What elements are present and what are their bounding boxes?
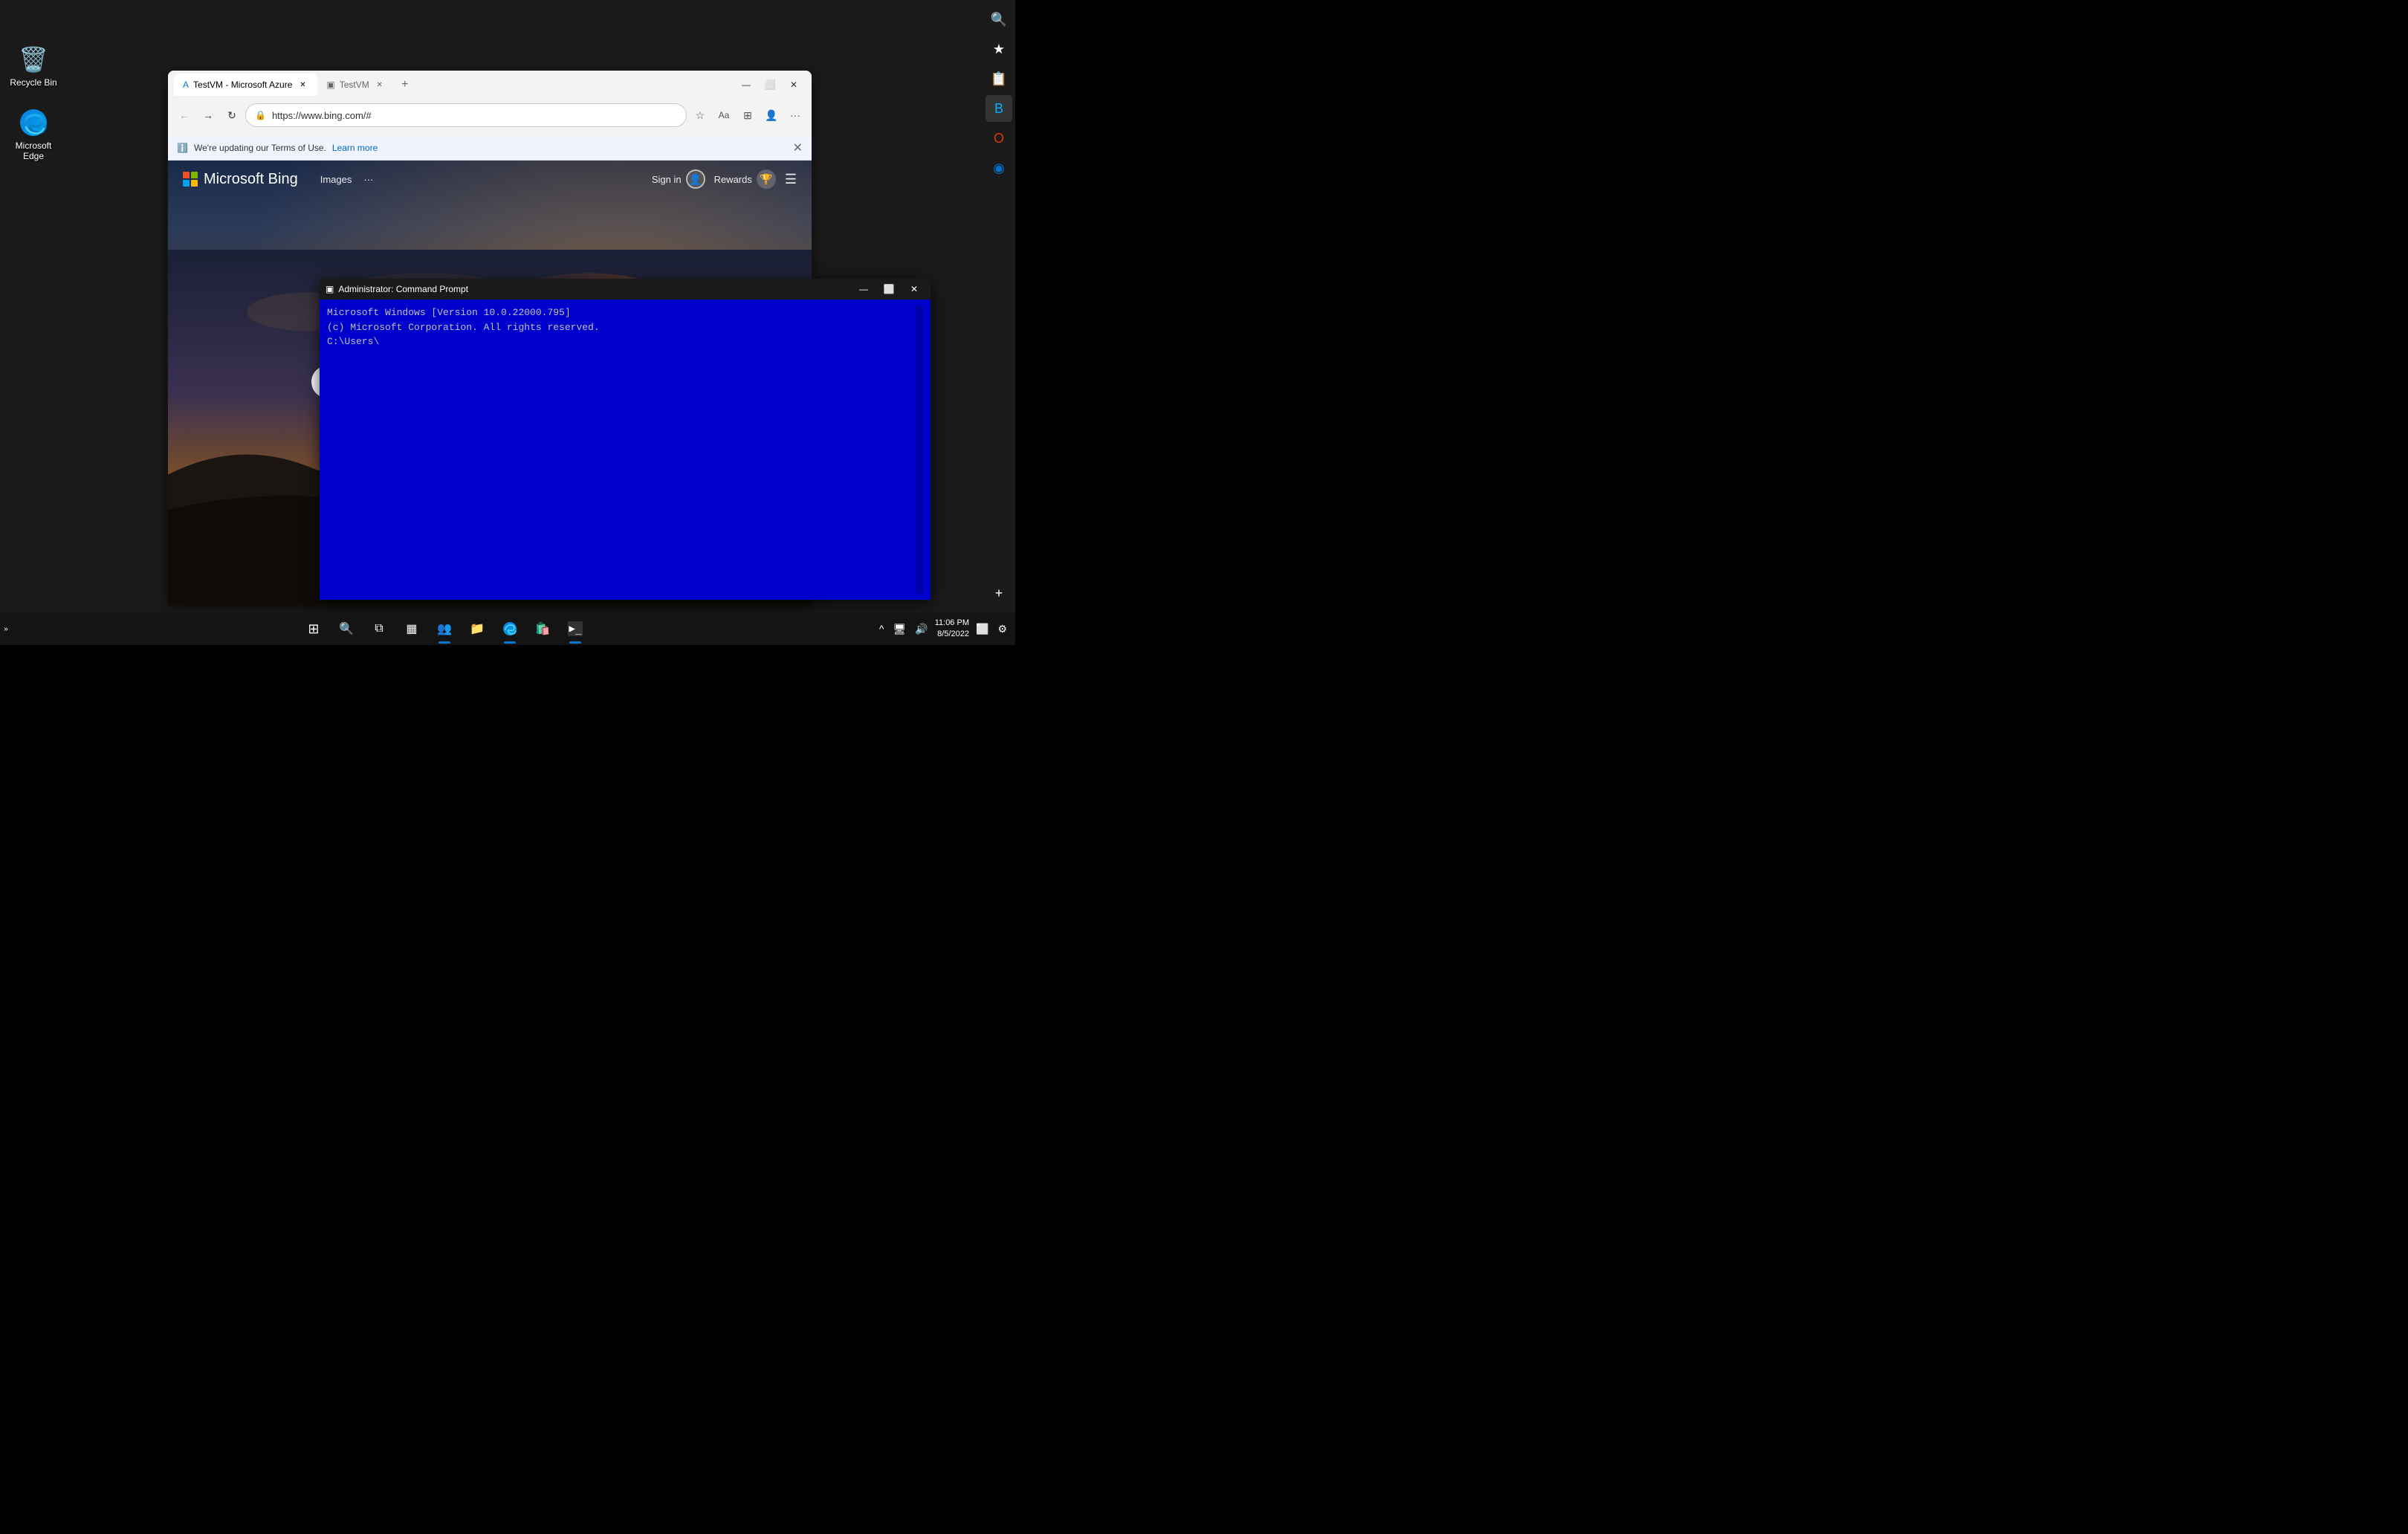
rewards-text: Rewards [714,174,752,185]
sidebar-add-btn[interactable]: + [985,580,1012,606]
new-tab-button[interactable]: + [395,74,415,95]
sidebar-search-btn[interactable]: 🔍 [985,6,1012,33]
sidebar-collections-btn[interactable]: 📋 [985,65,1012,92]
tab-testvm[interactable]: ▣ TestVM ✕ [317,74,394,96]
browser-titlebar: A TestVM - Microsoft Azure ✕ ▣ TestVM ✕ … [168,71,812,99]
favorites-icon[interactable]: ☆ [690,105,711,126]
desktop: 🗑️ Recycle Bin Micr [0,0,1015,645]
browser-win-controls: — ⬜ ✕ [734,74,806,96]
cmd-minimize[interactable]: — [853,279,874,300]
cmd-line-4: C:\Users\ [327,334,916,349]
tab-azure[interactable]: A TestVM - Microsoft Azure ✕ [174,74,317,96]
profile-icon[interactable]: 👤 [761,105,782,126]
taskbar-start[interactable]: ⊞ [299,612,328,645]
browser-close[interactable]: ✕ [782,74,806,96]
edge-sidebar: 🔍 ★ 📋 B O ◉ + [983,0,1015,612]
taskbar-tray: ^ 🖥 🔊 11:06 PM 8/5/2022 ⬜ ⚙ [877,618,1015,641]
sidebar-outlook-btn[interactable]: ◉ [985,155,1012,181]
browser-maximize[interactable]: ⬜ [758,74,782,96]
read-aloud-icon[interactable]: Aa [713,105,734,126]
bing-nav-images[interactable]: Images [320,171,352,188]
taskbar-edge[interactable] [495,612,525,645]
notification-bar: ℹ️ We're updating our Terms of Use. Lear… [168,136,812,161]
bing-header: Microsoft Bing Images ··· Sign in 👤 Rewa… [168,161,812,198]
cmd-close[interactable]: ✕ [904,279,925,300]
url-text: https://www.bing.com/# [272,110,372,121]
cmd-titlebar: ▣ Administrator: Command Prompt — ⬜ ✕ [320,279,930,300]
taskbar-explorer[interactable]: 📁 [462,612,492,645]
taskbar-widgets[interactable]: ▦ [397,612,427,645]
sq2 [191,172,198,178]
sq3 [183,180,190,187]
browser-minimize[interactable]: — [734,74,758,96]
sidebar-bing-btn[interactable]: B [985,95,1012,122]
tray-settings[interactable]: ⚙ [995,623,1009,635]
taskbar-clock[interactable]: 11:06 PM 8/5/2022 [935,618,969,641]
clock-time: 11:06 PM [935,618,969,629]
tab-label: TestVM - Microsoft Azure [193,80,292,90]
taskbar-search[interactable]: 🔍 [331,612,361,645]
taskbar-terminal[interactable]: ▶_ [560,612,590,645]
bing-menu-button[interactable]: ☰ [785,172,797,187]
tray-notification[interactable]: ⬜ [974,623,991,635]
sq1 [183,172,190,178]
cmd-text-area: Microsoft Windows [Version 10.0.22000.79… [327,305,916,594]
notif-text: We're updating our Terms of Use. [194,143,326,153]
forward-button[interactable]: → [198,105,219,126]
refresh-button[interactable]: ↻ [221,105,242,126]
settings-more-icon[interactable]: ··· [785,105,806,126]
tab2-label: TestVM [340,80,369,90]
collections-icon[interactable]: ⊞ [737,105,758,126]
taskbar: » ⊞ 🔍 ⧉ ▦ 👥 📁 [0,612,1015,645]
lock-icon: 🔒 [255,110,266,120]
cmd-line-2: (c) Microsoft Corporation. All rights re… [327,320,916,335]
bing-logo-text: Microsoft Bing [204,171,298,188]
back-button[interactable]: ← [174,105,195,126]
cmd-scrollbar[interactable] [916,305,923,594]
recycle-bin-label: Recycle Bin [10,77,56,88]
info-icon: ℹ️ [177,143,188,153]
taskbar-store[interactable]: 🛍️ [528,612,557,645]
tab-close-testvm[interactable]: ✕ [374,79,386,91]
recycle-bin-icon[interactable]: 🗑️ Recycle Bin [7,45,59,88]
taskbar-teams[interactable]: 👥 [430,612,459,645]
notif-close-button[interactable]: ✕ [793,140,803,155]
cmd-title-icon: ▣ [326,284,334,294]
tray-volume[interactable]: 🔊 [913,623,930,635]
bing-right-nav: Sign in 👤 Rewards 🏆 ☰ [652,169,797,189]
bing-avatar: 👤 [686,169,705,189]
edge-desktop-icon[interactable]: MicrosoftEdge [7,108,59,161]
tab2-favicon: ▣ [326,80,334,90]
bing-nav: Images ··· [320,171,374,188]
recycle-bin-image: 🗑️ [19,45,48,74]
bing-logo: Microsoft Bing [183,171,298,188]
browser-chrome: A TestVM - Microsoft Azure ✕ ▣ TestVM ✕ … [168,71,812,136]
taskbar-overflow[interactable]: » [0,612,12,645]
bing-rewards[interactable]: Rewards 🏆 [714,169,776,189]
rewards-trophy: 🏆 [757,169,776,189]
ms-logo [183,172,198,187]
sign-in-text: Sign in [652,174,682,185]
bing-sign-in[interactable]: Sign in 👤 [652,169,705,189]
clock-date: 8/5/2022 [935,629,969,640]
cmd-body[interactable]: Microsoft Windows [Version 10.0.22000.79… [320,300,930,600]
edge-image [19,108,48,137]
learn-more-link[interactable]: Learn more [332,143,378,153]
tab-favicon: A [183,80,189,90]
tab-close-azure[interactable]: ✕ [297,79,308,91]
sidebar-favorites-btn[interactable]: ★ [985,36,1012,62]
taskbar-taskview[interactable]: ⧉ [364,612,394,645]
browser-toolbar: ← → ↻ 🔒 https://www.bing.com/# ☆ Aa ⊞ 👤 … [168,99,812,132]
cmd-line-1: Microsoft Windows [Version 10.0.22000.79… [327,305,916,320]
bing-nav-more[interactable]: ··· [363,171,373,188]
sidebar-office-btn[interactable]: O [985,125,1012,152]
cmd-window: ▣ Administrator: Command Prompt — ⬜ ✕ Mi… [320,279,930,600]
edge-label: MicrosoftEdge [16,140,52,161]
tray-network[interactable]: 🖥 [891,623,909,635]
sq4 [191,180,198,187]
tray-chevron[interactable]: ^ [877,623,887,635]
cmd-title-text: Administrator: Command Prompt [338,284,849,294]
cmd-restore[interactable]: ⬜ [878,279,899,300]
address-bar[interactable]: 🔒 https://www.bing.com/# [245,103,687,127]
